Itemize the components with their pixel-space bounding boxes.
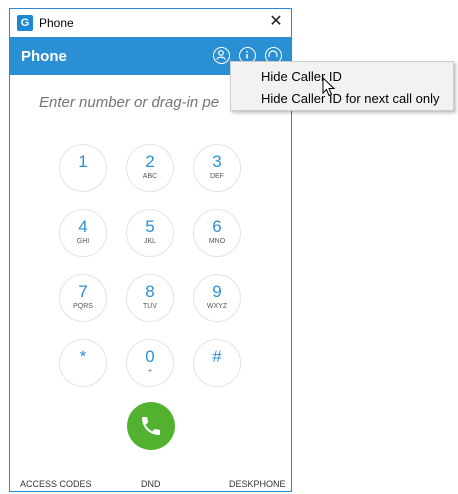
key-0[interactable]: 0 + — [126, 339, 174, 387]
close-button[interactable]: ✕ — [267, 13, 285, 31]
key-letters: MNO — [208, 238, 226, 245]
key-letters: + — [147, 368, 153, 375]
key-digit: 3 — [212, 152, 222, 171]
key-9[interactable]: 9 WXYZ — [193, 274, 241, 322]
key-digit: 0 — [145, 347, 155, 366]
key-letters: DEF — [210, 173, 224, 180]
key-1[interactable]: 1 — [59, 144, 107, 192]
key-digit: 8 — [145, 282, 155, 301]
phone-handset-icon — [142, 417, 160, 435]
key-letters: TUV — [143, 303, 157, 310]
key-digit: 6 — [212, 217, 222, 236]
key-5[interactable]: 5 JKL — [126, 209, 174, 257]
key-4[interactable]: 4 GHI — [59, 209, 107, 257]
key-letters: ABC — [142, 173, 158, 180]
key-letters: GHI — [76, 238, 90, 245]
window-title: Phone — [39, 16, 74, 30]
key-digit: 5 — [145, 217, 155, 236]
access-codes-link[interactable]: ACCESS CODES — [20, 479, 92, 489]
title-bar: G Phone ✕ — [10, 9, 291, 37]
key-letters: WXYZ — [206, 303, 228, 310]
key-6[interactable]: 6 MNO — [193, 209, 241, 257]
dnd-link[interactable]: DND — [141, 479, 161, 489]
key-digit: 2 — [145, 152, 155, 171]
key-digit: 1 — [78, 152, 88, 171]
call-button[interactable] — [127, 402, 175, 450]
deskphone-link[interactable]: DESKPHONE — [229, 479, 286, 489]
caller-id-icon[interactable] — [213, 47, 230, 64]
key-hash[interactable]: # — [193, 339, 241, 387]
key-letters: PQRS — [73, 303, 93, 310]
key-digit: # — [212, 347, 222, 366]
key-3[interactable]: 3 DEF — [193, 144, 241, 192]
key-digit: 4 — [78, 217, 88, 236]
key-7[interactable]: 7 PQRS — [59, 274, 107, 322]
mouse-cursor-icon — [322, 77, 336, 97]
caller-id-context-menu: Hide Caller ID Hide Caller ID for next c… — [230, 61, 454, 111]
key-digit: * — [79, 347, 87, 366]
key-digit: 9 — [212, 282, 222, 301]
key-digit: 7 — [78, 282, 88, 301]
app-logo-icon: G — [17, 15, 33, 31]
key-letters: JKL — [143, 238, 157, 245]
page-title: Phone — [21, 48, 67, 65]
key-star[interactable]: * — [59, 339, 107, 387]
key-2[interactable]: 2 ABC — [126, 144, 174, 192]
key-8[interactable]: 8 TUV — [126, 274, 174, 322]
menu-item-hide-caller-id-next-call[interactable]: Hide Caller ID for next call only — [261, 91, 439, 106]
